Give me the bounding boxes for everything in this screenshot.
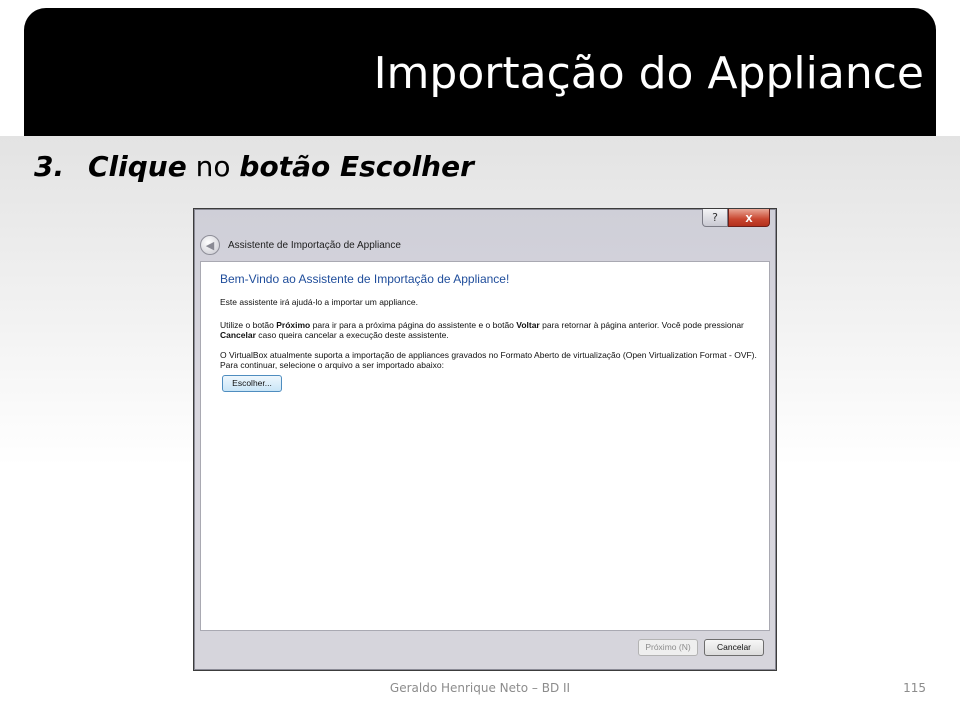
back-arrow-icon[interactable]: ◀: [200, 235, 220, 255]
next-button[interactable]: Próximo (N): [638, 639, 698, 656]
navigation-paragraph: Utilize o botão Próximo para ir para a p…: [220, 320, 766, 340]
cancel-button[interactable]: Cancelar: [704, 639, 764, 656]
nav-text-2: para ir para a próxima página do assiste…: [310, 320, 517, 330]
slide-title: Importação do Appliance: [373, 48, 924, 99]
step-number: 3.: [34, 150, 65, 183]
welcome-heading: Bem-Vindo ao Assistente de Importação de…: [220, 272, 510, 286]
window-controls: ? x: [702, 209, 770, 227]
step-word-clique: Clique: [88, 150, 187, 183]
close-button[interactable]: x: [728, 209, 770, 227]
nav-text-proximo: Próximo: [276, 320, 311, 330]
step-word-botao: botão Escolher: [239, 150, 474, 183]
import-wizard-dialog: ? x ◀ Assistente de Importação de Applia…: [193, 208, 777, 671]
nav-text-voltar: Voltar: [516, 320, 540, 330]
help-button[interactable]: ?: [702, 209, 728, 227]
dialog-footer: Próximo (N) Cancelar: [200, 635, 770, 663]
ovf-paragraph: O VirtualBox atualmente suporta a import…: [220, 350, 757, 370]
choose-button[interactable]: Escolher...: [222, 375, 282, 392]
nav-text-4: caso queira cancelar a execução deste as…: [255, 330, 449, 340]
nav-text-cancelar: Cancelar: [220, 330, 256, 340]
dialog-title: Assistente de Importação de Appliance: [228, 239, 401, 251]
nav-text-3: para retornar à página anterior. Você po…: [539, 320, 744, 330]
page-number: 115: [903, 681, 926, 695]
intro-paragraph: Este assistente irá ajudá-lo a importar …: [220, 297, 418, 307]
nav-text-1: Utilize o botão: [220, 320, 277, 330]
step-word-no: no: [186, 150, 240, 183]
dialog-header: ◀ Assistente de Importação de Appliance: [200, 233, 401, 257]
slide-footer: Geraldo Henrique Neto – BD II: [389, 681, 571, 695]
dialog-content: Bem-Vindo ao Assistente de Importação de…: [200, 261, 770, 631]
step-instruction: 3. Clique no botão Escolher: [34, 150, 474, 183]
title-bar: Importação do Appliance: [24, 8, 936, 136]
